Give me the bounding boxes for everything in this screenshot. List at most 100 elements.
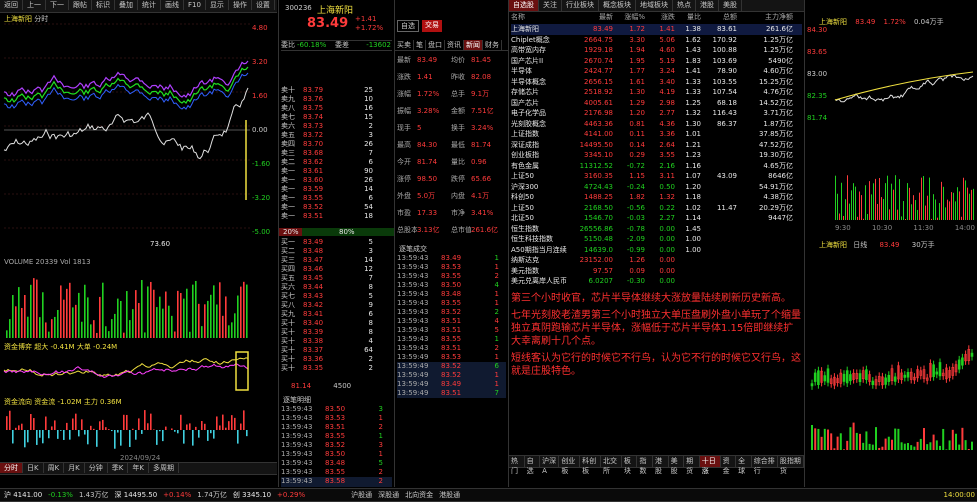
- sector-tab[interactable]: 热点: [673, 0, 696, 11]
- order-row[interactable]: 卖一83.5254: [281, 203, 392, 212]
- sector-column-header[interactable]: 主力净额: [737, 13, 793, 22]
- market-tab[interactable]: 热门: [509, 456, 525, 467]
- sector-row[interactable]: Chiplet概念2664.753.305.061.62170.921.25万亿: [511, 35, 802, 46]
- trade-tab[interactable]: 资讯: [445, 40, 464, 50]
- sector-row[interactable]: 美元指数97.570.090.00: [511, 266, 802, 277]
- market-tab[interactable]: 科创板: [580, 456, 601, 467]
- intraday-chart[interactable]: [0, 0, 277, 500]
- market-tab[interactable]: 自选: [525, 456, 541, 467]
- market-tab[interactable]: 全球: [736, 456, 752, 467]
- status-sh[interactable]: 沪 4141.00: [4, 489, 42, 501]
- sector-row[interactable]: 上证503160.351.153.111.0743.098646亿: [511, 171, 802, 182]
- order-row[interactable]: 卖五83.723: [281, 131, 392, 140]
- order-row[interactable]: 卖十83.7925: [281, 86, 392, 95]
- order-row[interactable]: 卖一83.5914: [281, 185, 392, 194]
- order-row[interactable]: 买十83.352: [281, 364, 392, 373]
- add-watchlist-button[interactable]: 自选: [397, 20, 419, 32]
- order-row[interactable]: 卖二83.626: [281, 158, 392, 167]
- sector-tab[interactable]: 自选股: [509, 0, 539, 11]
- market-tab[interactable]: 沪深A: [540, 456, 559, 467]
- market-tab[interactable]: 板块: [622, 456, 638, 467]
- order-row[interactable]: 卖七83.7415: [281, 113, 392, 122]
- order-row[interactable]: 买七83.435: [281, 292, 392, 301]
- status-cy[interactable]: 创 3345.10: [233, 489, 271, 501]
- order-row[interactable]: 卖三83.687: [281, 149, 392, 158]
- sector-tab[interactable]: 关注: [539, 0, 562, 11]
- order-row[interactable]: 买二83.483: [281, 247, 392, 256]
- sector-tab[interactable]: 行业板块: [562, 0, 599, 11]
- order-row[interactable]: 买五83.457: [281, 274, 392, 283]
- mini-charts[interactable]: [805, 0, 977, 487]
- sector-row[interactable]: 半导体概念2656.151.613.401.33103.5515.25万亿: [511, 77, 802, 88]
- order-row[interactable]: 卖一83.5118: [281, 212, 392, 221]
- order-row[interactable]: 卖一83.6026: [281, 176, 392, 185]
- sector-row[interactable]: 沪深3004724.43-0.240.501.2054.91万亿: [511, 182, 802, 193]
- chart-period-tab[interactable]: 季K: [108, 463, 129, 473]
- chart-period-tab[interactable]: 月K: [64, 463, 85, 473]
- market-tab[interactable]: 十日涨: [700, 456, 721, 467]
- sector-row[interactable]: 国产芯片II2670.741.955.191.83103.695490亿: [511, 56, 802, 67]
- sector-column-header[interactable]: 涨幅%: [613, 13, 645, 22]
- trade-button[interactable]: 交易: [422, 20, 442, 32]
- trade-tab[interactable]: 新闻: [464, 40, 483, 50]
- chart-period-tab[interactable]: 周K: [44, 463, 65, 473]
- sector-row[interactable]: 纳斯达克23152.001.260.00: [511, 255, 802, 266]
- sector-row[interactable]: A50期指当月连续14639.0-0.990.001.00: [511, 245, 802, 256]
- sector-tab[interactable]: 港股: [696, 0, 719, 11]
- sector-row[interactable]: 深证成指14495.500.142.641.2147.52万亿: [511, 140, 802, 151]
- trade-tab[interactable]: 买卖: [395, 40, 414, 50]
- order-row[interactable]: 卖一83.6190: [281, 167, 392, 176]
- market-tab[interactable]: 期货: [684, 456, 700, 467]
- sector-row[interactable]: 国产芯片4005.611.292.981.2568.1814.52万亿: [511, 98, 802, 109]
- sector-row[interactable]: 有色金属11312.52-0.722.161.164.65万亿: [511, 161, 802, 172]
- sector-row[interactable]: 美元兑离岸人民币6.0207-0.300.00: [511, 276, 802, 287]
- status-right-item[interactable]: 深股通: [378, 489, 399, 501]
- sector-row[interactable]: 科创501488.251.821.321.184.38万亿: [511, 192, 802, 203]
- market-tab[interactable]: 北交所: [601, 456, 622, 467]
- trade-tab[interactable]: 盘口: [426, 40, 445, 50]
- market-tab[interactable]: 港股: [653, 456, 669, 467]
- order-row[interactable]: 买八83.429: [281, 301, 392, 310]
- order-row[interactable]: 卖八83.7516: [281, 104, 392, 113]
- sector-tab[interactable]: 概念板块: [599, 0, 636, 11]
- chart-period-tab[interactable]: 分钟: [85, 463, 108, 473]
- order-row[interactable]: 买十83.384: [281, 337, 392, 346]
- market-tab[interactable]: 创业板: [559, 456, 580, 467]
- order-row[interactable]: 卖六83.732: [281, 122, 392, 131]
- sector-row[interactable]: 高带宽内存1929.181.944.601.43100.881.25万亿: [511, 45, 802, 56]
- status-right-item[interactable]: 北向资金: [405, 489, 433, 501]
- sector-column-header[interactable]: 涨跌: [645, 13, 675, 22]
- sector-tab[interactable]: 美股: [719, 0, 742, 11]
- market-tab[interactable]: 股指期货: [778, 456, 804, 467]
- order-row[interactable]: 买四83.4612: [281, 265, 392, 274]
- order-row[interactable]: 买十83.362: [281, 355, 392, 364]
- sector-row[interactable]: 北证501546.70-0.032.271.149447亿: [511, 213, 802, 224]
- chart-period-tab[interactable]: 年K: [128, 463, 149, 473]
- order-row[interactable]: 买十83.3764: [281, 346, 392, 355]
- order-row[interactable]: 买十83.408: [281, 319, 392, 328]
- order-row[interactable]: 卖四83.7026: [281, 140, 392, 149]
- chart-period-tab[interactable]: 分时: [0, 463, 23, 473]
- sector-row[interactable]: 恒生指数26556.86-0.780.001.45: [511, 224, 802, 235]
- trade-tab[interactable]: 笔: [414, 40, 426, 50]
- sector-row[interactable]: 上证指数4141.000.113.361.0137.85万亿: [511, 129, 802, 140]
- sector-row[interactable]: 上海新阳83.491.721.411.3883.61261.6亿: [511, 24, 802, 35]
- order-row[interactable]: 卖九83.7610: [281, 95, 392, 104]
- market-tab[interactable]: 美股: [669, 456, 685, 467]
- market-tab[interactable]: 综合排行: [752, 456, 778, 467]
- sector-column-header[interactable]: 最新: [573, 13, 613, 22]
- status-right-item[interactable]: 港股通: [439, 489, 460, 501]
- order-row[interactable]: 买一83.495: [281, 238, 392, 247]
- sector-row[interactable]: 半导体2424.771.773.241.4178.904.60万亿: [511, 66, 802, 77]
- chart-period-tab[interactable]: 日K: [23, 463, 44, 473]
- order-row[interactable]: 买六83.448: [281, 283, 392, 292]
- order-row[interactable]: 买九83.416: [281, 310, 392, 319]
- market-tab[interactable]: 指数: [637, 456, 653, 467]
- status-sz[interactable]: 深 14495.50: [115, 489, 158, 501]
- market-tab[interactable]: 资金: [721, 456, 737, 467]
- order-row[interactable]: 卖一83.556: [281, 194, 392, 203]
- sector-row[interactable]: 创业板指3345.100.293.551.2319.30万亿: [511, 150, 802, 161]
- order-row[interactable]: 买三83.4714: [281, 256, 392, 265]
- sector-row[interactable]: 上证502168.50-0.560.221.0211.4720.29万亿: [511, 203, 802, 214]
- trade-tab[interactable]: 财务: [483, 40, 502, 50]
